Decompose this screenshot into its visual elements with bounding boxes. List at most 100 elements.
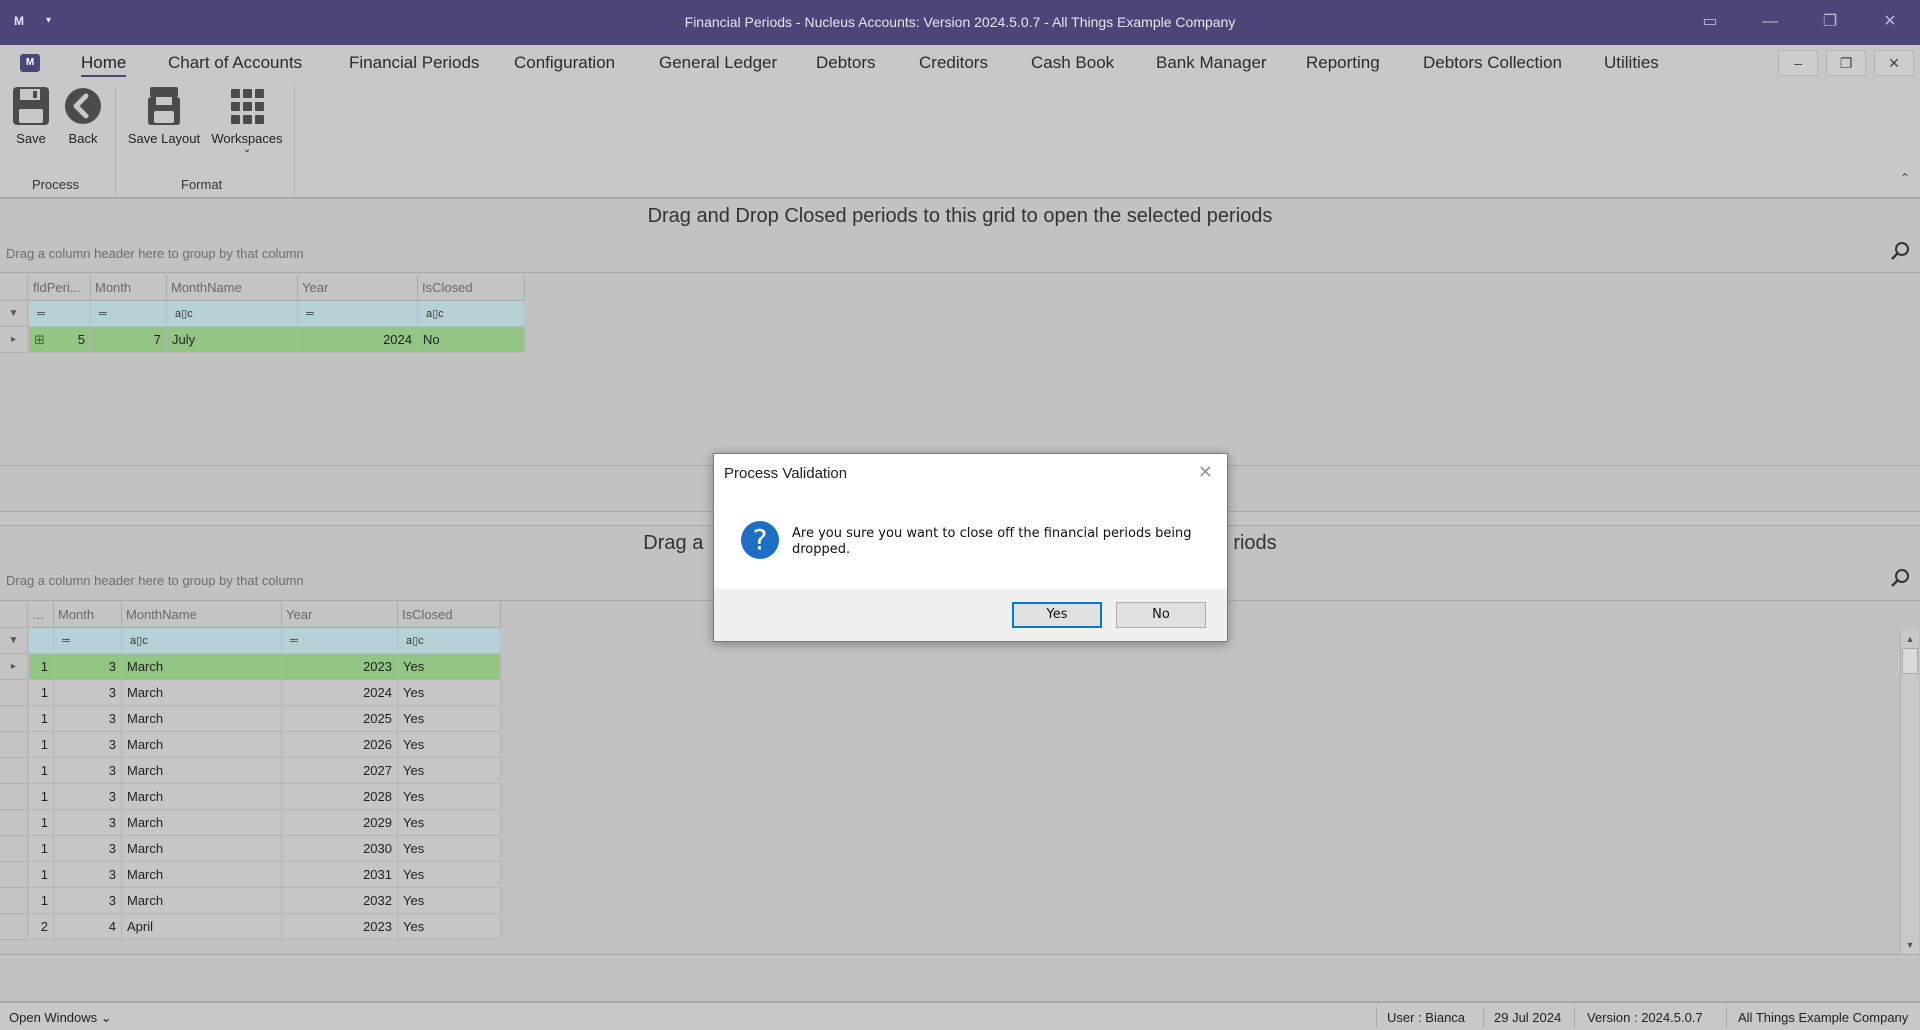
filter-contains-icon[interactable]: a▯c: [398, 628, 501, 654]
cell-month[interactable]: 3: [54, 784, 122, 810]
expand-icon[interactable]: ⊞: [34, 327, 45, 352]
open-windows-dropdown[interactable]: Open Windows ⌄: [9, 1010, 112, 1026]
filter-equals-icon[interactable]: ═: [298, 301, 418, 327]
filter-equals-icon[interactable]: ═: [91, 301, 167, 327]
cell-year[interactable]: 2024: [298, 327, 418, 353]
filter-cell[interactable]: [29, 628, 54, 654]
cell-period[interactable]: 1: [29, 836, 54, 862]
cell-year[interactable]: 2024: [282, 680, 398, 706]
workspaces-button[interactable]: Workspaces ⌄: [209, 85, 285, 155]
cell-fldperiod[interactable]: ⊞ 5: [29, 327, 91, 353]
cell-isclosed[interactable]: Yes: [398, 732, 501, 758]
cell-month[interactable]: 3: [54, 836, 122, 862]
column-header-fldperiod[interactable]: fldPeri...: [29, 275, 91, 301]
cell-period[interactable]: 2: [29, 914, 54, 940]
row-indicator[interactable]: [0, 758, 28, 784]
restore-layout-icon[interactable]: ▭: [1698, 11, 1722, 35]
search-icon[interactable]: [1890, 568, 1910, 588]
menu-debtors-collection[interactable]: Debtors Collection: [1423, 53, 1562, 73]
column-header-monthname[interactable]: MonthName: [167, 275, 298, 301]
menu-utilities[interactable]: Utilities: [1604, 53, 1659, 73]
filter-contains-icon[interactable]: a▯c: [122, 628, 282, 654]
cell-monthname[interactable]: July: [167, 327, 298, 353]
menu-debtors[interactable]: Debtors: [816, 53, 876, 73]
cell-monthname[interactable]: March: [122, 732, 282, 758]
row-indicator[interactable]: [0, 680, 28, 706]
cell-period[interactable]: 1: [29, 654, 54, 680]
cell-monthname[interactable]: March: [122, 654, 282, 680]
group-by-hint[interactable]: Drag a column header here to group by th…: [6, 573, 304, 588]
row-indicator[interactable]: [0, 810, 28, 836]
scroll-down-icon[interactable]: ▼: [1901, 936, 1919, 954]
cell-year[interactable]: 2026: [282, 732, 398, 758]
cell-month[interactable]: 3: [54, 732, 122, 758]
search-icon[interactable]: [1890, 241, 1910, 261]
cell-isclosed[interactable]: Yes: [398, 654, 501, 680]
menu-chart-of-accounts[interactable]: Chart of Accounts: [168, 53, 302, 73]
cell-month[interactable]: 3: [54, 810, 122, 836]
cell-isclosed[interactable]: No: [418, 327, 525, 353]
menu-configuration[interactable]: Configuration: [514, 53, 615, 73]
cell-monthname[interactable]: March: [122, 784, 282, 810]
row-indicator[interactable]: [0, 732, 28, 758]
row-indicator[interactable]: ▸: [0, 654, 28, 680]
menu-bank-manager[interactable]: Bank Manager: [1156, 53, 1267, 73]
cell-isclosed[interactable]: Yes: [398, 810, 501, 836]
cell-isclosed[interactable]: Yes: [398, 836, 501, 862]
vertical-scrollbar[interactable]: ▲ ▼: [1900, 630, 1918, 954]
cell-year[interactable]: 2023: [282, 914, 398, 940]
cell-year[interactable]: 2030: [282, 836, 398, 862]
mdi-restore-button[interactable]: ❐: [1826, 50, 1866, 76]
column-header-month[interactable]: Month: [91, 275, 167, 301]
cell-year[interactable]: 2029: [282, 810, 398, 836]
cell-month[interactable]: 4: [54, 914, 122, 940]
cell-month[interactable]: 7: [91, 327, 167, 353]
yes-button[interactable]: Yes: [1012, 602, 1102, 628]
maximize-window-button[interactable]: ❐: [1818, 11, 1842, 35]
filter-equals-icon[interactable]: ═: [282, 628, 398, 654]
filter-equals-icon[interactable]: ═: [54, 628, 122, 654]
menu-financial-periods[interactable]: Financial Periods: [349, 53, 479, 73]
cell-year[interactable]: 2032: [282, 888, 398, 914]
column-header-monthname[interactable]: MonthName: [122, 602, 282, 628]
menu-general-ledger[interactable]: General Ledger: [659, 53, 777, 73]
column-header-year[interactable]: Year: [298, 275, 418, 301]
cell-year[interactable]: 2027: [282, 758, 398, 784]
column-header-year[interactable]: Year: [282, 602, 398, 628]
column-header-month[interactable]: Month: [54, 602, 122, 628]
save-layout-button[interactable]: Save Layout: [123, 85, 205, 146]
cell-isclosed[interactable]: Yes: [398, 784, 501, 810]
cell-period[interactable]: 1: [29, 784, 54, 810]
column-header-isclosed[interactable]: IsClosed: [418, 275, 525, 301]
cell-isclosed[interactable]: Yes: [398, 914, 501, 940]
cell-isclosed[interactable]: Yes: [398, 706, 501, 732]
cell-year[interactable]: 2025: [282, 706, 398, 732]
group-by-hint[interactable]: Drag a column header here to group by th…: [6, 246, 304, 261]
scroll-up-icon[interactable]: ▲: [1901, 630, 1919, 648]
menu-cash-book[interactable]: Cash Book: [1031, 53, 1114, 73]
row-indicator[interactable]: [0, 862, 28, 888]
cell-month[interactable]: 3: [54, 706, 122, 732]
cell-period[interactable]: 1: [29, 732, 54, 758]
scroll-thumb[interactable]: [1902, 648, 1918, 674]
no-button[interactable]: No: [1116, 602, 1206, 628]
cell-monthname[interactable]: March: [122, 758, 282, 784]
cell-monthname[interactable]: April: [122, 914, 282, 940]
cell-year[interactable]: 2031: [282, 862, 398, 888]
menu-creditors[interactable]: Creditors: [919, 53, 988, 73]
cell-monthname[interactable]: March: [122, 888, 282, 914]
cell-isclosed[interactable]: Yes: [398, 758, 501, 784]
cell-period[interactable]: 1: [29, 706, 54, 732]
back-button[interactable]: Back: [62, 85, 104, 146]
row-indicator[interactable]: [0, 914, 28, 940]
cell-period[interactable]: 1: [29, 810, 54, 836]
collapse-ribbon-icon[interactable]: ⌃: [1900, 171, 1910, 185]
cell-monthname[interactable]: March: [122, 836, 282, 862]
save-button[interactable]: Save: [10, 85, 52, 146]
cell-month[interactable]: 3: [54, 680, 122, 706]
cell-year[interactable]: 2028: [282, 784, 398, 810]
menu-reporting[interactable]: Reporting: [1306, 53, 1380, 73]
cell-isclosed[interactable]: Yes: [398, 888, 501, 914]
mdi-minimize-button[interactable]: –: [1778, 50, 1818, 76]
cell-monthname[interactable]: March: [122, 862, 282, 888]
